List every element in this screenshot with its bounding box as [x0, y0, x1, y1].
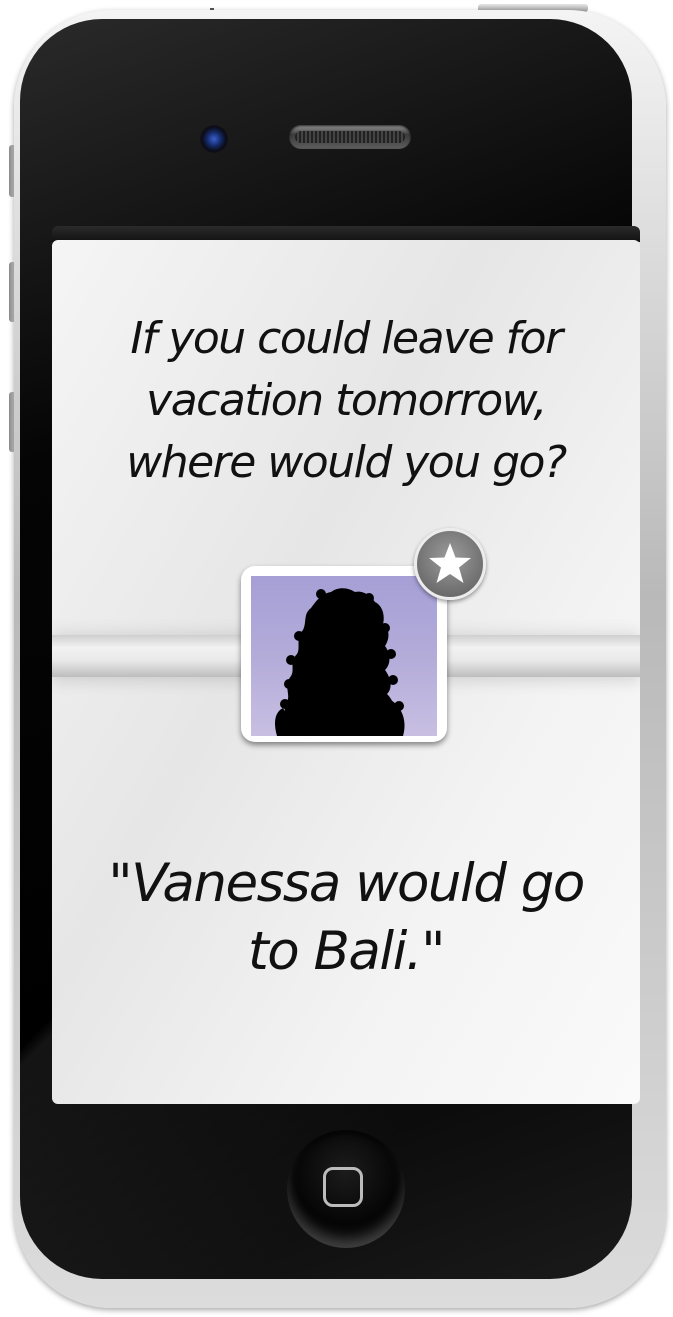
- question-text: If you could leave for vacation tomorrow…: [126, 313, 567, 488]
- home-button[interactable]: [287, 1130, 405, 1248]
- screen: If you could leave for vacation tomorrow…: [52, 240, 640, 1104]
- avatar-photo: [251, 576, 437, 736]
- home-square-icon: [323, 1167, 363, 1207]
- favorite-star-badge[interactable]: [414, 528, 486, 600]
- earpiece-speaker: [289, 125, 411, 149]
- answer-text: "Vanessa would go to Bali.": [108, 853, 585, 982]
- star-icon: [429, 543, 471, 583]
- person-silhouette-icon: [275, 588, 405, 736]
- front-camera-icon: [200, 125, 228, 153]
